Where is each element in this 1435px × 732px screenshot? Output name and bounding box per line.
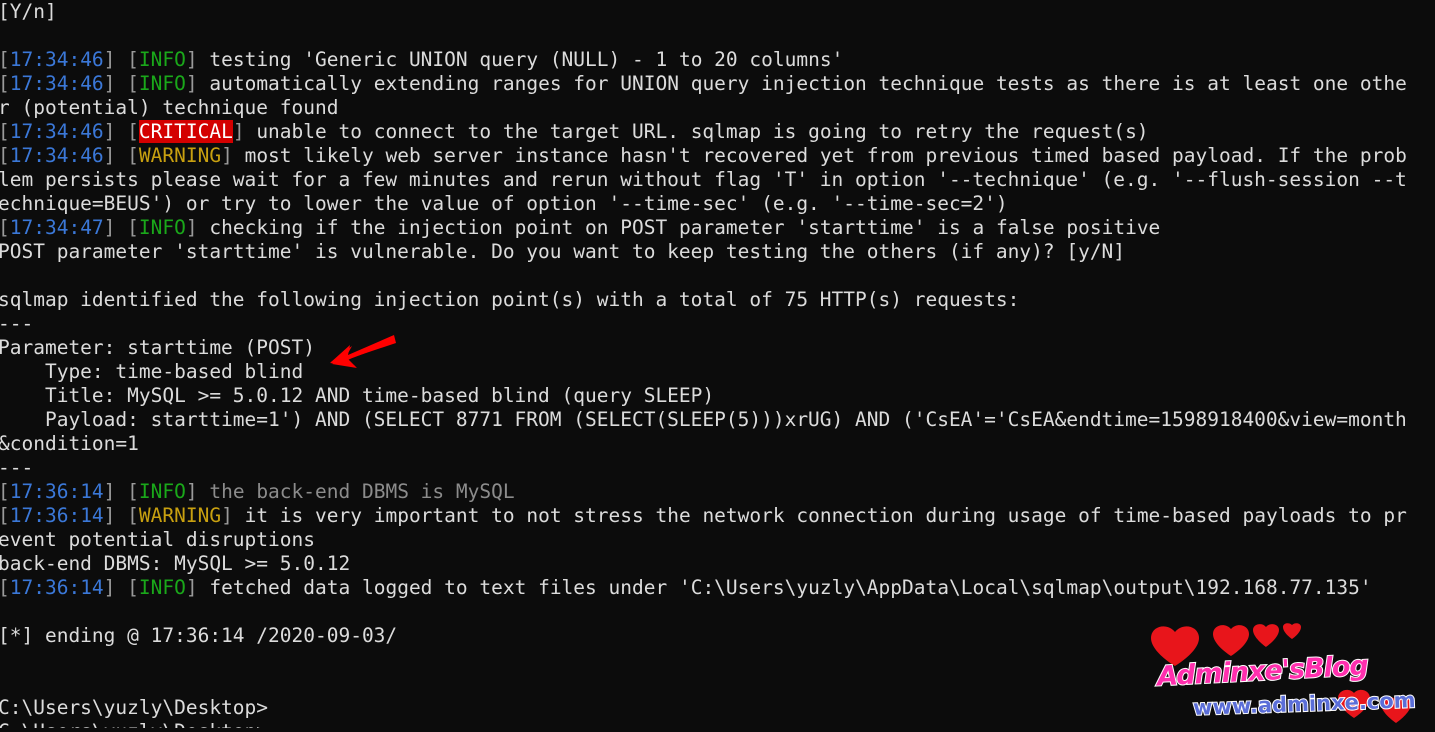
terminal-line-warning-server-not-recovered: [17:34:46] [WARNING] most likely web ser… — [0, 144, 1435, 168]
bracket-close-2: ] — [221, 504, 245, 527]
timestamp: 17:36:14 — [9, 576, 104, 599]
bracket-close: ] [ — [103, 576, 139, 599]
bracket-close-2: ] — [185, 480, 210, 503]
log-level-tag: INFO — [138, 576, 186, 599]
terminal-line-wrap-technique-beus: echnique=BEUS') or try to lower the valu… — [0, 192, 1435, 216]
terminal-line-prompt-keep-testing: POST parameter 'starttime' is vulnerable… — [0, 240, 1435, 264]
bracket-open: [ — [0, 216, 10, 239]
terminal-line-type: Type: time-based blind — [0, 360, 1435, 384]
timestamp: 17:36:14 — [9, 480, 104, 503]
line-text: Payload: starttime=1') AND (SELECT 8771 … — [0, 408, 1407, 431]
line-text: --- — [0, 456, 34, 479]
terminal-line-wrap-persists: lem persists please wait for a few minut… — [0, 168, 1435, 192]
bracket-open: [ — [0, 120, 10, 143]
line-text: back-end DBMS: MySQL >= 5.0.12 — [0, 552, 351, 575]
line-text: Title: MySQL >= 5.0.12 AND time-based bl… — [0, 384, 715, 407]
terminal-window[interactable]: [Y/n] [17:34:46] [INFO] testing 'Generic… — [0, 0, 1435, 728]
terminal-line-info-extending-ranges: [17:34:46] [INFO] automatically extendin… — [0, 72, 1435, 96]
log-level-tag: WARNING — [138, 144, 222, 167]
terminal-line-payload-wrap: &condition=1 — [0, 432, 1435, 456]
bracket-open: [ — [0, 48, 10, 71]
log-level-tag: INFO — [138, 72, 186, 95]
line-text: event potential disruptions — [0, 528, 315, 551]
bracket-close-2: ] — [232, 120, 257, 143]
bracket-close: ] [ — [103, 480, 139, 503]
bracket-open: [ — [0, 72, 10, 95]
bracket-open: [ — [0, 144, 10, 167]
terminal-line-identified-injection-points: sqlmap identified the following injectio… — [0, 288, 1435, 312]
prompt-text: C:\Users\yuzly\Desktop> — [0, 696, 269, 719]
terminal-line-prompt-yn: [Y/n] — [0, 0, 1435, 24]
timestamp: 17:34:46 — [9, 48, 104, 71]
terminal-line-backend-dbms-summary: back-end DBMS: MySQL >= 5.0.12 — [0, 552, 1435, 576]
bracket-close: ] [ — [103, 216, 139, 239]
terminal-line-info-fetched-data-path: [17:36:14] [INFO] fetched data logged to… — [0, 576, 1435, 600]
bracket-open: [ — [0, 480, 10, 503]
terminal-line-info-testing-union: [17:34:46] [INFO] testing 'Generic UNION… — [0, 48, 1435, 72]
line-text: automatically extending ranges for UNION… — [209, 72, 1407, 95]
terminal-prompt-line-1[interactable]: C:\Users\yuzly\Desktop> — [0, 696, 1435, 720]
bracket-close: ] [ — [103, 504, 139, 527]
terminal-line-info-backend-dbms: [17:36:14] [INFO] the back-end DBMS is M… — [0, 480, 1435, 504]
line-text: Parameter: starttime (POST) — [0, 336, 315, 359]
line-text: --- — [0, 312, 34, 335]
terminal-line-info-false-positive-check: [17:34:47] [INFO] checking if the inject… — [0, 216, 1435, 240]
line-text: unable to connect to the target URL. sql… — [256, 120, 1149, 143]
bracket-close: ] [ — [103, 120, 139, 143]
line-text: fetched data logged to text files under … — [209, 576, 1372, 599]
bracket-close-2: ] — [185, 72, 210, 95]
bracket-close: ] [ — [103, 144, 139, 167]
line-text: Type: time-based blind — [0, 360, 304, 383]
bracket-open: [ — [0, 504, 10, 527]
bracket-close-2: ] — [221, 144, 245, 167]
terminal-line-title: Title: MySQL >= 5.0.12 AND time-based bl… — [0, 384, 1435, 408]
log-level-tag: CRITICAL — [138, 120, 233, 143]
terminal-line-warning-network-stress: [17:36:14] [WARNING] it is very importan… — [0, 504, 1435, 528]
terminal-line-parameter: Parameter: starttime (POST) — [0, 336, 1435, 360]
line-text: checking if the injection point on POST … — [209, 216, 1161, 239]
bracket-open: [ — [0, 576, 10, 599]
line-text: lem persists please wait for a few minut… — [0, 168, 1407, 191]
timestamp: 17:34:46 — [9, 120, 104, 143]
terminal-line-separator-top: --- — [0, 312, 1435, 336]
timestamp: 17:34:46 — [9, 72, 104, 95]
terminal-line-wrap-disruptions: event potential disruptions — [0, 528, 1435, 552]
bracket-close-2: ] — [185, 576, 210, 599]
terminal-prompt-line-2[interactable]: C:\Users\yuzly\Desktop> — [0, 720, 1435, 728]
line-text: it is very important to not stress the n… — [244, 504, 1407, 527]
terminal-line-critical-unable-connect: [17:34:46] [CRITICAL] unable to connect … — [0, 120, 1435, 144]
line-text: r (potential) technique found — [0, 96, 339, 119]
bracket-close: ] [ — [103, 72, 139, 95]
line-text: &condition=1 — [0, 432, 139, 455]
line-text: most likely web server instance hasn't r… — [244, 144, 1407, 167]
timestamp: 17:36:14 — [9, 504, 104, 527]
log-level-tag: WARNING — [138, 504, 222, 527]
line-text: [*] ending @ 17:36:14 /2020-09-03/ — [0, 624, 398, 647]
line-text: testing 'Generic UNION query (NULL) - 1 … — [209, 48, 844, 71]
timestamp: 17:34:47 — [9, 216, 104, 239]
bracket-close: ] [ — [103, 48, 139, 71]
prompt-text: C:\Users\yuzly\Desktop> — [0, 720, 268, 728]
terminal-line-wrap-technique-found: r (potential) technique found — [0, 96, 1435, 120]
line-text: echnique=BEUS') or try to lower the valu… — [0, 192, 1008, 215]
terminal-line-separator-bottom: --- — [0, 456, 1435, 480]
terminal-line-payload: Payload: starttime=1') AND (SELECT 8771 … — [0, 408, 1435, 432]
line-text: the back-end DBMS is MySQL — [209, 480, 515, 503]
line-text: POST parameter 'starttime' is vulnerable… — [0, 240, 1126, 263]
log-level-tag: INFO — [138, 216, 186, 239]
bracket-close-2: ] — [185, 48, 210, 71]
line-text: [Y/n] — [0, 0, 57, 23]
log-level-tag: INFO — [138, 480, 186, 503]
line-text: sqlmap identified the following injectio… — [0, 288, 1020, 311]
log-level-tag: INFO — [138, 48, 186, 71]
bracket-close-2: ] — [185, 216, 210, 239]
terminal-line-ending-timestamp: [*] ending @ 17:36:14 /2020-09-03/ — [0, 624, 1435, 648]
timestamp: 17:34:46 — [9, 144, 104, 167]
